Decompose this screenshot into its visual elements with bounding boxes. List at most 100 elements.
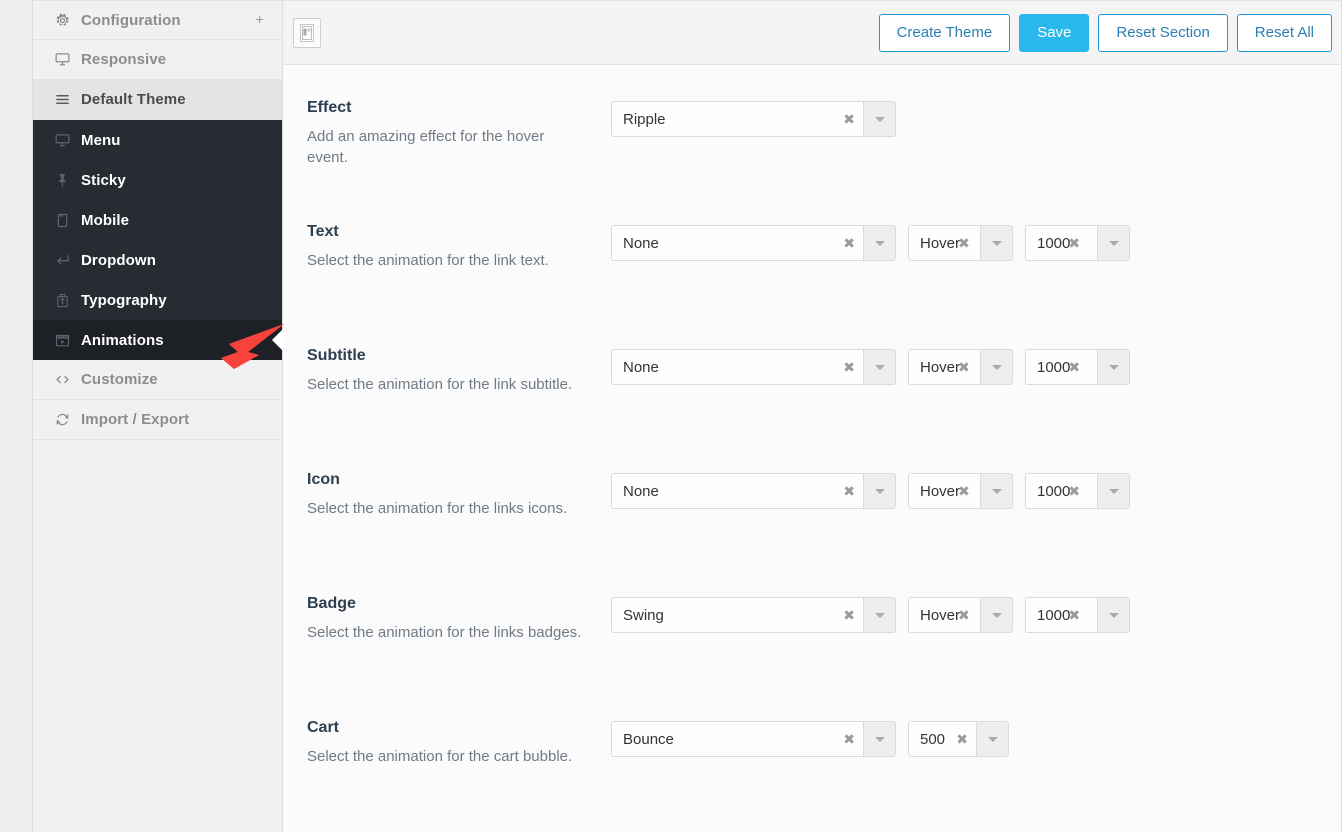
select-value-text: Swing xyxy=(623,606,664,624)
setting-description: Select the animation for the cart bubble… xyxy=(307,747,573,765)
sidebar-item-customize[interactable]: Customize xyxy=(33,360,282,400)
sidebar-item-label: Customize xyxy=(81,371,158,388)
select-cart-duration[interactable]: 500 ✖ xyxy=(908,721,1009,757)
layout-panel-icon[interactable] xyxy=(293,17,321,48)
chevron-down-icon[interactable] xyxy=(980,474,1012,508)
select-effect-animation[interactable]: Ripple ✖ xyxy=(611,101,896,137)
reset-all-button[interactable]: Reset All xyxy=(1236,13,1332,52)
sidebar-item-label: Typography xyxy=(81,291,167,309)
select-badge-event[interactable]: Hover ✖ xyxy=(908,597,1013,633)
select-value[interactable]: 1000 ✖ xyxy=(1026,350,1097,384)
sidebar-item-import-export[interactable]: Import / Export xyxy=(33,400,282,440)
chevron-down-icon[interactable] xyxy=(863,474,895,508)
select-subtitle-event[interactable]: Hover ✖ xyxy=(908,349,1013,385)
select-value[interactable]: Hover ✖ xyxy=(909,598,980,632)
select-value[interactable]: 1000 ✖ xyxy=(1026,474,1097,508)
chevron-down-icon[interactable] xyxy=(1097,350,1129,384)
select-icon-duration[interactable]: 1000 ✖ xyxy=(1025,473,1130,509)
sidebar-item-configuration[interactable]: Configuration + xyxy=(33,0,282,40)
setting-description: Select the animation for the link subtit… xyxy=(307,375,573,393)
clear-icon[interactable]: ✖ xyxy=(837,236,859,250)
sidebar-item-label: Configuration xyxy=(81,11,181,29)
chevron-down-icon[interactable] xyxy=(1097,474,1129,508)
select-badge-duration[interactable]: 1000 ✖ xyxy=(1025,597,1130,633)
chevron-down-icon[interactable] xyxy=(980,598,1012,632)
setting-row-badge: Badge Select the animation for the links … xyxy=(283,595,1341,719)
select-value[interactable]: None ✖ xyxy=(612,350,863,384)
chevron-down-icon[interactable] xyxy=(1097,226,1129,260)
clear-icon[interactable]: ✖ xyxy=(837,732,859,746)
add-configuration-icon[interactable]: + xyxy=(255,13,264,28)
select-text-duration[interactable]: 1000 ✖ xyxy=(1025,225,1130,261)
toolbar: Create Theme Save Reset Section Reset Al… xyxy=(283,0,1341,65)
save-button[interactable]: Save xyxy=(1019,13,1090,52)
reset-section-button[interactable]: Reset Section xyxy=(1098,13,1228,52)
sync-icon xyxy=(55,412,81,427)
clear-icon[interactable]: ✖ xyxy=(837,360,859,374)
setting-description: Add an amazing effect for the hover even… xyxy=(307,127,545,166)
select-text-event[interactable]: Hover ✖ xyxy=(908,225,1013,261)
chevron-down-icon[interactable] xyxy=(863,102,895,136)
clear-icon[interactable]: ✖ xyxy=(837,484,859,498)
setting-label-group: Subtitle Select the animation for the lin… xyxy=(307,347,611,471)
create-theme-button[interactable]: Create Theme xyxy=(878,13,1011,52)
select-value-text: None xyxy=(623,358,659,376)
select-value[interactable]: None ✖ xyxy=(612,226,863,260)
select-value-text: Ripple xyxy=(623,110,666,128)
sidebar-item-responsive[interactable]: Responsive xyxy=(33,40,282,80)
sidebar-item-mobile[interactable]: Mobile xyxy=(33,200,282,240)
select-cart-animation[interactable]: Bounce ✖ xyxy=(611,721,896,757)
chevron-down-icon[interactable] xyxy=(863,722,895,756)
select-text-animation[interactable]: None ✖ xyxy=(611,225,896,261)
settings-list: Effect Add an amazing effect for the hove… xyxy=(283,65,1341,832)
setting-label-group: Icon Select the animation for the links i… xyxy=(307,471,611,595)
chevron-down-icon[interactable] xyxy=(976,722,1008,756)
select-value[interactable]: Swing ✖ xyxy=(612,598,863,632)
clear-icon[interactable]: ✖ xyxy=(1062,236,1084,250)
code-icon xyxy=(55,372,81,387)
select-badge-animation[interactable]: Swing ✖ xyxy=(611,597,896,633)
select-value[interactable]: Bounce ✖ xyxy=(612,722,863,756)
pin-icon xyxy=(55,173,81,188)
setting-label-group: Text Select the animation for the link te… xyxy=(307,223,611,347)
clear-icon[interactable]: ✖ xyxy=(837,112,859,126)
clear-icon[interactable]: ✖ xyxy=(952,236,974,250)
select-value[interactable]: 1000 ✖ xyxy=(1026,226,1097,260)
clear-icon[interactable]: ✖ xyxy=(952,360,974,374)
setting-row-cart: Cart Select the animation for the cart bu… xyxy=(283,719,1341,832)
sidebar-item-dropdown[interactable]: Dropdown xyxy=(33,240,282,280)
select-subtitle-animation[interactable]: None ✖ xyxy=(611,349,896,385)
clear-icon[interactable]: ✖ xyxy=(837,608,859,622)
clear-icon[interactable]: ✖ xyxy=(952,484,974,498)
select-value[interactable]: Ripple ✖ xyxy=(612,102,863,136)
select-value[interactable]: None ✖ xyxy=(612,474,863,508)
select-icon-event[interactable]: Hover ✖ xyxy=(908,473,1013,509)
sidebar-item-sticky[interactable]: Sticky xyxy=(33,160,282,200)
setting-title: Cart xyxy=(307,719,340,736)
select-value[interactable]: Hover ✖ xyxy=(909,350,980,384)
film-icon xyxy=(55,333,81,348)
clear-icon[interactable]: ✖ xyxy=(1062,360,1084,374)
chevron-down-icon[interactable] xyxy=(1097,598,1129,632)
sidebar-item-label: Sticky xyxy=(81,171,126,189)
chevron-down-icon[interactable] xyxy=(980,226,1012,260)
clear-icon[interactable]: ✖ xyxy=(1062,484,1084,498)
sidebar-item-typography[interactable]: Typography xyxy=(33,280,282,320)
select-subtitle-duration[interactable]: 1000 ✖ xyxy=(1025,349,1130,385)
select-icon-animation[interactable]: None ✖ xyxy=(611,473,896,509)
clear-icon[interactable]: ✖ xyxy=(1062,608,1084,622)
sidebar-item-menu[interactable]: Menu xyxy=(33,120,282,160)
sidebar-item-default-theme[interactable]: Default Theme xyxy=(33,80,282,120)
clear-icon[interactable]: ✖ xyxy=(952,608,974,622)
select-value[interactable]: Hover ✖ xyxy=(909,474,980,508)
chevron-down-icon[interactable] xyxy=(863,598,895,632)
chevron-down-icon[interactable] xyxy=(863,350,895,384)
clear-icon[interactable]: ✖ xyxy=(950,732,972,746)
chevron-down-icon[interactable] xyxy=(980,350,1012,384)
select-value[interactable]: 500 ✖ xyxy=(909,722,976,756)
setting-label-group: Badge Select the animation for the links … xyxy=(307,595,611,719)
select-value[interactable]: Hover ✖ xyxy=(909,226,980,260)
sidebar-item-animations[interactable]: Animations xyxy=(33,320,283,360)
select-value[interactable]: 1000 ✖ xyxy=(1026,598,1097,632)
chevron-down-icon[interactable] xyxy=(863,226,895,260)
